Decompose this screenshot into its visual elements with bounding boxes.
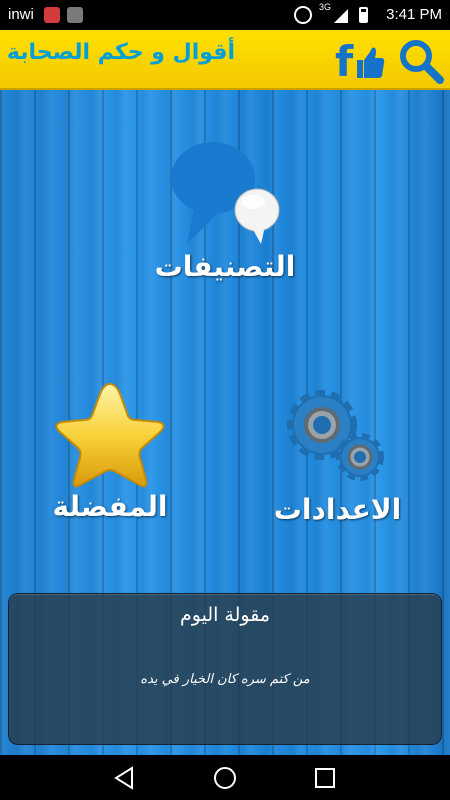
- notification-app-icon: [44, 7, 60, 23]
- navigation-bar: [0, 755, 450, 800]
- favorites-label: المفضلة: [52, 490, 168, 523]
- app-title: أقوال و حكم الصحابة: [6, 40, 235, 65]
- notification-image-icon: [67, 7, 83, 23]
- facebook-like-icon[interactable]: f: [333, 36, 385, 86]
- star-icon: [55, 382, 165, 488]
- quote-text: من كتم سره كان الخيار في يده: [140, 672, 310, 687]
- status-bar: inwi 3G 3:41 PM: [0, 0, 450, 30]
- gear-icon: [287, 390, 384, 481]
- signal-icon: [334, 9, 348, 23]
- back-triangle-icon[interactable]: [112, 765, 138, 791]
- settings-button[interactable]: الاعدادات: [250, 385, 425, 535]
- settings-label: الاعدادات: [273, 493, 402, 526]
- search-icon[interactable]: [398, 38, 444, 84]
- screen: inwi 3G 3:41 PM أقوال و حكم الصحابة f ال…: [0, 0, 450, 800]
- alarm-icon: [294, 6, 312, 24]
- carrier-label: inwi: [8, 6, 34, 23]
- svg-text:f: f: [335, 37, 354, 86]
- chat-bubbles-icon: [171, 142, 280, 244]
- quote-title: مقولة اليوم: [180, 604, 270, 626]
- battery-icon: [359, 7, 368, 23]
- categories-button[interactable]: التصنيفات: [140, 140, 310, 300]
- recent-square-icon[interactable]: [312, 765, 338, 791]
- app-bar: أقوال و حكم الصحابة f: [0, 30, 450, 90]
- quote-of-the-day-panel: مقولة اليوم من كتم سره كان الخيار في يده: [8, 593, 442, 745]
- main-area: التصنيفات المفضلة الاعدادات مقولة اليوم …: [0, 90, 450, 755]
- home-circle-icon[interactable]: [212, 765, 238, 791]
- clock: 3:41 PM: [386, 6, 442, 23]
- network-type-label: 3G: [318, 2, 331, 12]
- categories-label: التصنيفات: [154, 250, 296, 283]
- favorites-button[interactable]: المفضلة: [30, 380, 190, 530]
